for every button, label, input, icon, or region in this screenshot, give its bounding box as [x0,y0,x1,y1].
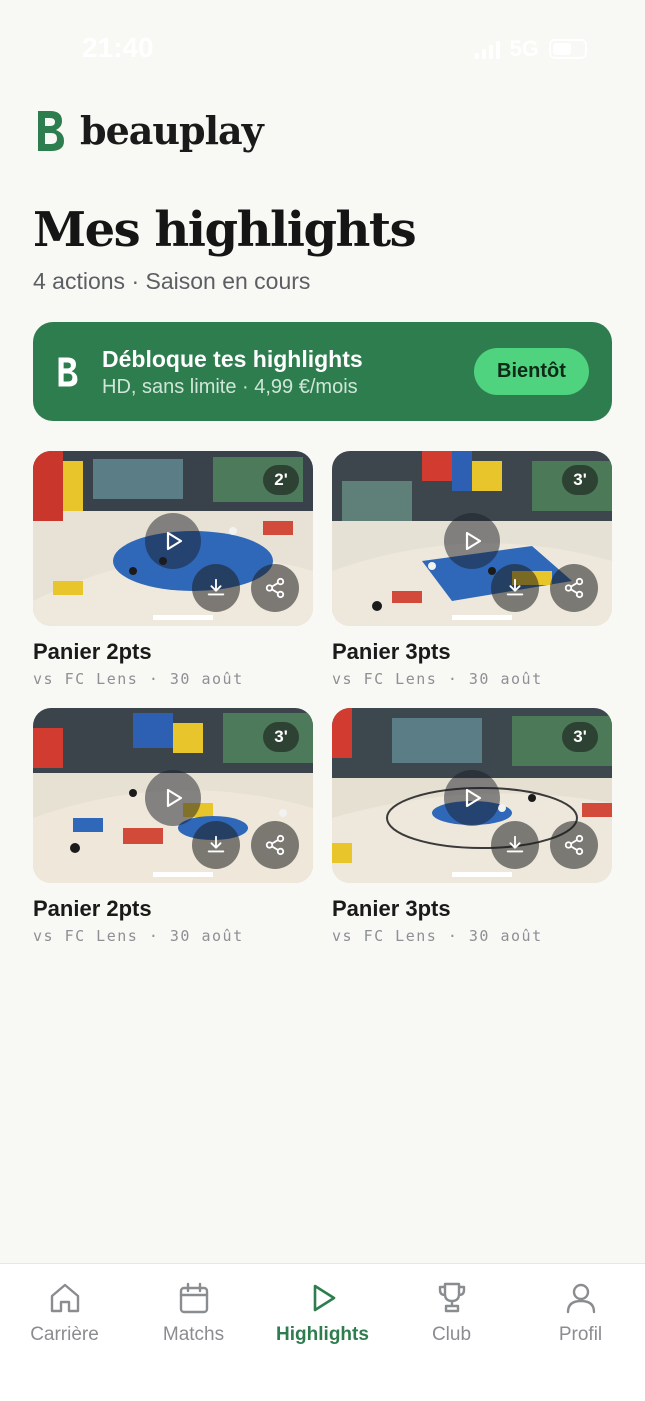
status-bar: 21:40 5G [0,0,645,96]
tab-label: Profil [558,1324,603,1345]
video-thumbnail[interactable]: 3' [332,708,612,883]
share-button[interactable] [251,821,299,869]
premium-banner[interactable]: Débloque tes highlights HD, sans limite … [33,322,612,421]
network-label: 5G [509,36,539,61]
download-button[interactable] [491,821,539,869]
status-time: 21:40 [82,32,154,63]
play-icon [166,531,183,551]
share-button[interactable] [550,564,598,612]
calendar-icon [179,1282,208,1314]
play-button[interactable] [145,770,201,826]
duration-badge: 3' [562,722,598,752]
highlight-meta: vs FC Lens · 30 août [332,927,543,945]
tab-club[interactable]: Club [387,1264,516,1364]
share-icon [564,834,584,856]
status-indicators: 5G [474,36,587,62]
tab-profil[interactable]: Profil [516,1264,645,1364]
share-button[interactable] [550,821,598,869]
share-icon [265,834,285,856]
download-icon [207,835,225,853]
tab-highlights[interactable]: Highlights [258,1264,387,1364]
play-icon [313,1284,335,1312]
beauplay-logo-icon [38,110,64,151]
download-icon [506,578,524,596]
duration-badge: 3' [562,465,598,495]
highlight-meta: vs FC Lens · 30 août [332,670,543,688]
play-icon [465,788,482,808]
brand-header: beauplay [36,108,264,153]
tab-label: Carrière [30,1324,99,1345]
coming-soon-button[interactable]: Bientôt [474,348,589,395]
download-button[interactable] [491,564,539,612]
promo-title: Débloque tes highlights [102,346,363,372]
video-thumbnail[interactable]: 2' [33,451,313,626]
video-thumbnail[interactable]: 3' [332,451,612,626]
video-thumbnail[interactable]: 3' [33,708,313,883]
play-button[interactable] [145,513,201,569]
share-button[interactable] [251,564,299,612]
tab-label: Highlights [276,1324,369,1345]
bottom-tab-bar: Carrière Matchs Highlights Club Profil [0,1263,645,1401]
play-button[interactable] [444,513,500,569]
brand-name: beauplay [80,108,264,153]
tab-label: Club [431,1324,472,1345]
highlight-title: Panier 2pts [33,896,152,921]
user-icon [566,1283,595,1314]
download-button[interactable] [192,821,240,869]
page-subtitle: 4 actions · Saison en cours [33,268,311,294]
home-icon [50,1283,79,1313]
share-icon [265,577,285,599]
duration-badge: 3' [263,722,299,752]
page-title: Mes highlights [33,202,417,258]
promo-subtitle: HD, sans limite · 4,99 €/mois [102,376,358,398]
duration-badge: 2' [263,465,299,495]
battery-icon [549,39,587,59]
tab-matchs[interactable]: Matchs [129,1264,258,1364]
tab-carriere[interactable]: Carrière [0,1264,129,1364]
highlight-meta: vs FC Lens · 30 août [33,670,244,688]
signal-icon [474,39,500,59]
download-icon [207,578,225,596]
download-button[interactable] [192,564,240,612]
highlight-title: Panier 3pts [332,896,451,921]
trophy-icon [438,1282,465,1313]
highlight-title: Panier 3pts [332,639,451,664]
play-icon [166,788,183,808]
share-icon [564,577,584,599]
highlight-meta: vs FC Lens · 30 août [33,927,244,945]
beauplay-logo-icon [58,357,78,387]
play-button[interactable] [444,770,500,826]
tab-label: Matchs [162,1324,225,1345]
download-icon [506,835,524,853]
highlight-title: Panier 2pts [33,639,152,664]
play-icon [465,531,482,551]
